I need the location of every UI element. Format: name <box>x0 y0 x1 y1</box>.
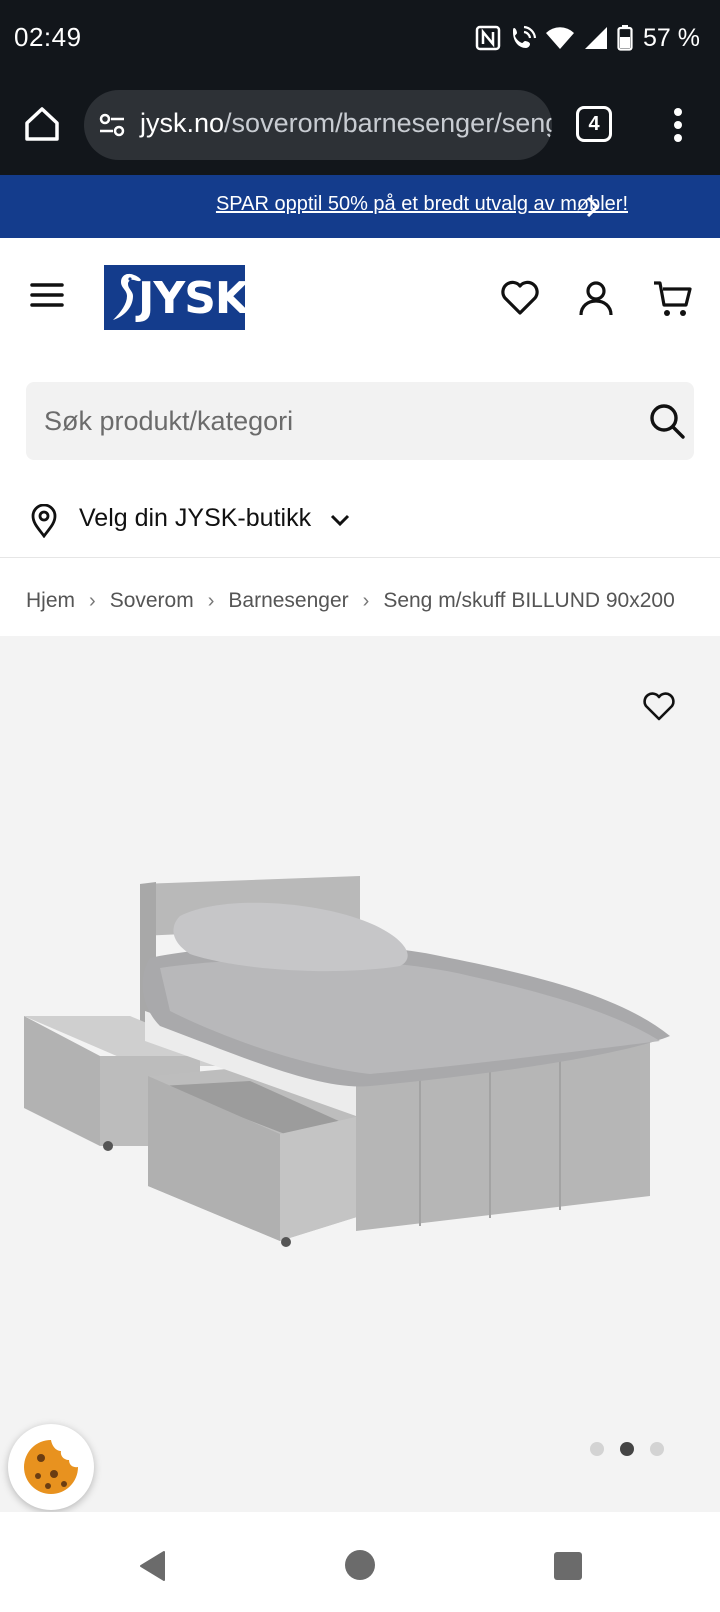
hamburger-menu-icon[interactable] <box>30 282 64 308</box>
battery-percent: 57 % <box>643 23 700 52</box>
gallery-dot-active[interactable] <box>620 1442 634 1456</box>
status-bar: 02:49 57 % <box>0 0 720 80</box>
cookie-icon <box>24 1440 78 1494</box>
battery-icon <box>617 25 633 51</box>
jysk-logo[interactable]: JYSK <box>104 265 249 330</box>
search-icon[interactable] <box>648 402 686 440</box>
add-to-favorites-heart-icon[interactable] <box>642 690 676 722</box>
url-domain: jysk.no <box>140 108 225 138</box>
nav-recents-icon[interactable] <box>554 1552 582 1580</box>
location-pin-icon <box>31 504 57 538</box>
store-selector[interactable]: Velg din JYSK-butikk <box>0 490 720 558</box>
url-text: jysk.no/soverom/barnesenger/seng-m-skuff… <box>140 108 552 139</box>
bed-product-image <box>24 876 670 1247</box>
product-gallery[interactable] <box>0 636 720 1512</box>
tab-switcher-button[interactable]: 4 <box>576 106 612 142</box>
signal-icon <box>585 27 608 49</box>
url-bar[interactable]: jysk.no/soverom/barnesenger/seng-m-skuff… <box>84 90 552 160</box>
browser-toolbar: jysk.no/soverom/barnesenger/seng-m-skuff… <box>0 80 720 175</box>
url-path: /soverom/barnesenger/seng-m-skuff-billun… <box>224 108 552 138</box>
more-options-icon[interactable] <box>666 106 690 144</box>
chevron-down-icon <box>330 514 350 527</box>
gallery-dot[interactable] <box>590 1442 604 1456</box>
store-label: Velg din JYSK-butikk <box>79 504 312 532</box>
wishlist-heart-icon[interactable] <box>500 278 540 318</box>
breadcrumb: Hjem › Soverom › Barnesenger › Seng m/sk… <box>26 584 696 618</box>
wifi-icon <box>546 27 575 49</box>
breadcrumb-current: Seng m/skuff BILLUND 90x200 <box>383 589 675 612</box>
breadcrumb-home[interactable]: Hjem <box>26 589 75 613</box>
bird-logo-icon <box>113 273 141 320</box>
breadcrumb-barnesenger[interactable]: Barnesenger <box>228 589 348 613</box>
gallery-pagination <box>590 1442 664 1456</box>
breadcrumb-separator-icon: › <box>89 589 96 612</box>
promo-text: SPAR opptil 50% på et bredt utvalg av mø… <box>215 193 628 215</box>
promo-banner[interactable]: SPAR opptil 50% på et bredt utvalg av mø… <box>0 175 720 238</box>
android-navigation-bar <box>0 1512 720 1612</box>
search-input[interactable] <box>44 382 604 460</box>
logo-text: JYSK <box>138 273 249 324</box>
search-bar <box>26 382 694 460</box>
promo-link[interactable]: SPAR opptil 50% på et bredt utvalg av mø… <box>0 193 668 216</box>
site-header: JYSK <box>0 238 720 358</box>
gallery-dot[interactable] <box>650 1442 664 1456</box>
breadcrumb-soverom[interactable]: Soverom <box>110 589 194 613</box>
breadcrumb-separator-icon: › <box>207 589 215 612</box>
cookie-settings-button[interactable] <box>8 1424 94 1510</box>
site-settings-icon[interactable] <box>98 112 126 138</box>
status-icons: 57 % <box>475 20 700 56</box>
cart-icon[interactable] <box>652 278 692 318</box>
home-icon[interactable] <box>22 104 62 144</box>
nav-back-icon[interactable] <box>138 1550 168 1582</box>
breadcrumb-separator-icon: › <box>362 589 370 612</box>
chevron-right-icon <box>586 196 600 218</box>
wifi-call-icon <box>513 25 537 48</box>
account-icon[interactable] <box>576 278 616 318</box>
nav-home-icon[interactable] <box>345 1550 375 1580</box>
status-time: 02:49 <box>14 22 82 52</box>
nfc-icon <box>475 25 501 51</box>
